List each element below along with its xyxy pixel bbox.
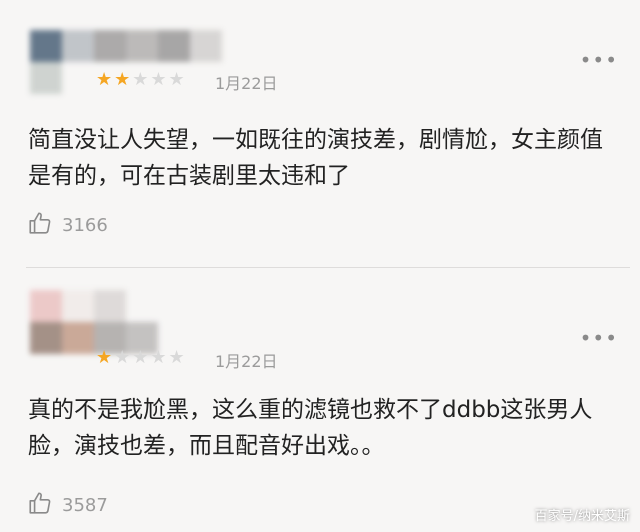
- like-count: 3587: [62, 494, 108, 516]
- more-dots-icon[interactable]: •••: [580, 48, 618, 72]
- thumbs-up-icon: [27, 210, 53, 240]
- rating-empty-stars: ★★★: [132, 69, 187, 90]
- rating-empty-stars: ★★★★: [114, 347, 187, 368]
- like-count: 3166: [62, 214, 108, 236]
- comment-text: 简直没让人失望，一如既往的演技差，剧情尬，女主颜值是有的，可在古装剧里太违和了: [28, 127, 603, 189]
- like-button[interactable]: 3587: [27, 490, 108, 520]
- comment-date: 1月22日: [215, 352, 278, 371]
- more-dots-icon[interactable]: •••: [580, 326, 618, 350]
- rating-stars: ★★★★★: [96, 348, 187, 368]
- blurred-avatar[interactable]: [30, 290, 190, 354]
- rating-filled-stars: ★★: [96, 69, 133, 90]
- rating-stars: ★★★★★: [96, 70, 187, 90]
- comment-text: 真的不是我尬黑，这么重的滤镜也救不了ddbb这张男人脸，演技也差，而且配音好出戏…: [28, 397, 593, 459]
- rating-filled-stars: ★: [96, 347, 115, 368]
- comment-date: 1月22日: [215, 74, 278, 93]
- like-button[interactable]: 3166: [27, 210, 108, 240]
- comment-item: ★★★★★ 1月22日 ••• 简直没让人失望，一如既往的演技差，剧情尬，女主颜…: [0, 0, 640, 267]
- comment-item: ★★★★★ 1月22日 ••• 真的不是我尬黑，这么重的滤镜也救不了ddbb这张…: [0, 268, 640, 532]
- thumbs-up-icon: [27, 490, 53, 520]
- watermark: 百家号/纳米艾斯: [534, 509, 630, 524]
